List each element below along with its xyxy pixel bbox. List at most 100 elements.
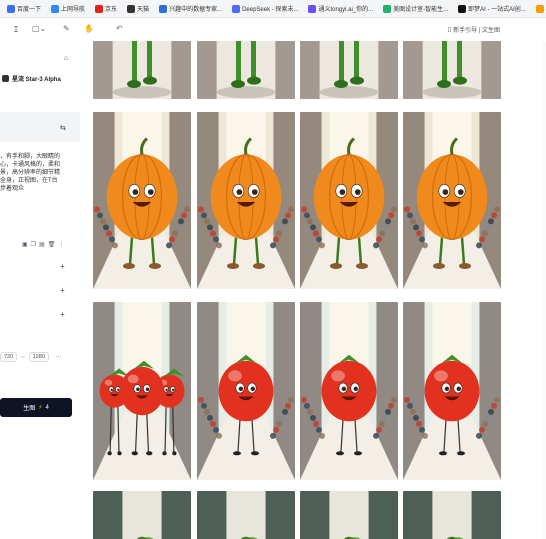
square-icon[interactable]: ▢⌄ (32, 24, 46, 33)
bookmark-item[interactable]: Ai (531, 0, 546, 17)
more-icon[interactable]: ⋮ (58, 241, 64, 248)
prompt-line: 心，卡通风格的，柔和 (0, 162, 61, 168)
image-art (300, 302, 398, 480)
image-art (403, 491, 501, 539)
image-art (93, 302, 191, 480)
image-art (403, 112, 501, 289)
bookmark-item[interactable]: 上网导航 (46, 0, 90, 17)
image-art (197, 491, 295, 539)
hand-icon[interactable]: ✋ (84, 24, 94, 33)
add-style-button[interactable]: + (60, 262, 65, 271)
bookmark-favicon-icon (383, 4, 392, 13)
generate-label: 生图 (23, 406, 36, 412)
image-art (300, 41, 398, 99)
prompt-line: 全身，正视图，在T台 (0, 178, 58, 184)
width-input[interactable]: 720 (0, 352, 18, 362)
image-art (93, 491, 191, 539)
bookmark-favicon-icon (308, 4, 317, 13)
bookmark-item[interactable]: 天猫 (122, 0, 154, 17)
model-label: 星流 Star-3 Alpha (12, 77, 61, 83)
generated-image-broccoli[interactable] (300, 491, 398, 539)
generated-image-tomato[interactable] (403, 302, 501, 480)
more-size-icon[interactable]: ⋯ (56, 354, 62, 360)
generated-image-pumpkin[interactable] (197, 112, 295, 289)
generated-image-legs[interactable] (403, 41, 501, 99)
bookmark-favicon-icon (159, 4, 168, 13)
bookmark-favicon-icon (51, 4, 60, 13)
text-cursor-icon[interactable]: Ｉ (12, 24, 20, 35)
bolt-icon: ⚡ (38, 405, 43, 411)
bookmark-label: 百度一下 (17, 7, 42, 13)
pen-icon[interactable]: ✎ (63, 24, 70, 33)
image-art (403, 302, 501, 480)
generate-button[interactable]: 生图 ⚡ 4 (0, 398, 72, 417)
guide-link[interactable]: ▯ 新手引导 | 文生图 (448, 25, 500, 34)
add-control-button[interactable]: + (60, 310, 65, 319)
generated-image-broccoli[interactable] (403, 491, 501, 539)
bookmark-item[interactable]: 京东 (90, 0, 122, 17)
bookmark-item[interactable]: DeepSeek - 探索未... (227, 0, 303, 17)
copy-icon[interactable]: ❐ (31, 241, 36, 248)
bookmark-item[interactable]: 兴趣中的数据专家... (154, 0, 227, 17)
swap-icon[interactable]: ⇆ (60, 124, 66, 132)
scrollbar[interactable] (542, 41, 546, 539)
prompt-line: ，有手和脚，大眼睛的 (0, 154, 61, 160)
height-input[interactable]: 1280 (28, 352, 49, 362)
bookmark-favicon-icon (535, 4, 544, 13)
generated-image-pumpkin[interactable] (93, 112, 191, 289)
image-art (93, 41, 191, 99)
bookmark-label: 上网导航 (61, 7, 86, 13)
home-icon[interactable]: ⌂ (64, 55, 68, 62)
bookmark-item[interactable]: 百度一下 (2, 0, 46, 17)
prompt-tools: ▣ ❐ ▤ 🗑 ⋮ (22, 241, 64, 248)
bookmark-item[interactable]: 美图设计室-智能生... (378, 0, 453, 17)
bookmark-item[interactable]: 即梦AI - 一站式AI创... (453, 0, 531, 17)
generated-image-tomato[interactable] (300, 302, 398, 480)
credit-cost: 4 (45, 404, 49, 411)
bookmark-label: 京东 (105, 7, 118, 13)
image-art (300, 112, 398, 289)
generated-image-tomato[interactable] (197, 302, 295, 480)
bookmark-favicon-icon (7, 4, 15, 13)
link-icon[interactable]: ⇔ (20, 354, 26, 360)
bookmark-favicon-icon (127, 4, 136, 13)
undo-icon[interactable]: ↶ (116, 24, 123, 33)
image-art (300, 491, 398, 539)
prompt-line: 步着观众 (0, 186, 25, 192)
bookmark-label: 通义tongyi.ai_你的... (318, 7, 374, 13)
prompt-textarea[interactable]: ，有手和脚，大眼睛的 心，卡通风格的，柔和 景，高分辨率的细节精 全身，正视图，在T台… (0, 153, 76, 193)
image-art (197, 302, 295, 480)
bookmark-label: 天猫 (137, 7, 150, 13)
bookmarks-bar: 百度一下 上网导航 京东 天猫 兴趣中的数据专家... DeepSeek - 探索未...… (0, 0, 546, 18)
generated-image-broccoli[interactable] (197, 491, 295, 539)
expand-icon[interactable]: ▤ (39, 241, 45, 248)
bookmark-label: DeepSeek - 探索未... (242, 7, 299, 13)
generated-image-pumpkin[interactable] (403, 112, 501, 289)
mode-bar (0, 112, 80, 142)
generated-image-legs[interactable] (300, 41, 398, 99)
model-selector[interactable]: 星流 Star-3 Alpha (2, 74, 61, 83)
bookmark-label: 美图设计室-智能生... (393, 7, 449, 13)
generated-image-legs[interactable] (93, 41, 191, 99)
generated-image-tomato-group[interactable] (93, 302, 191, 480)
image-art (197, 112, 295, 289)
image-gallery (80, 41, 546, 539)
generated-image-pumpkin[interactable] (300, 112, 398, 289)
bookmark-label: 即梦AI - 一站式AI创... (468, 7, 526, 13)
book-icon: ▯ (447, 27, 452, 33)
prompt-line: 景，高分辨率的细节精 (0, 170, 61, 176)
generated-image-broccoli[interactable] (93, 491, 191, 539)
size-inputs: 720 ⇔ 1280 ⋯ (0, 352, 61, 362)
add-reference-button[interactable]: + (60, 286, 65, 295)
bookmark-favicon-icon (458, 4, 467, 13)
bookmark-label: 兴趣中的数据专家... (169, 7, 223, 13)
bookmark-item[interactable]: 通义tongyi.ai_你的... (303, 0, 378, 17)
image-art (197, 41, 295, 99)
image-icon[interactable]: ▣ (22, 241, 28, 248)
generated-image-legs[interactable] (197, 41, 295, 99)
model-icon (2, 75, 9, 82)
image-art (93, 112, 191, 289)
guide-label: 新手引导 | 文生图 (453, 28, 500, 34)
delete-icon[interactable]: 🗑 (48, 241, 56, 248)
bookmark-favicon-icon (232, 4, 241, 13)
